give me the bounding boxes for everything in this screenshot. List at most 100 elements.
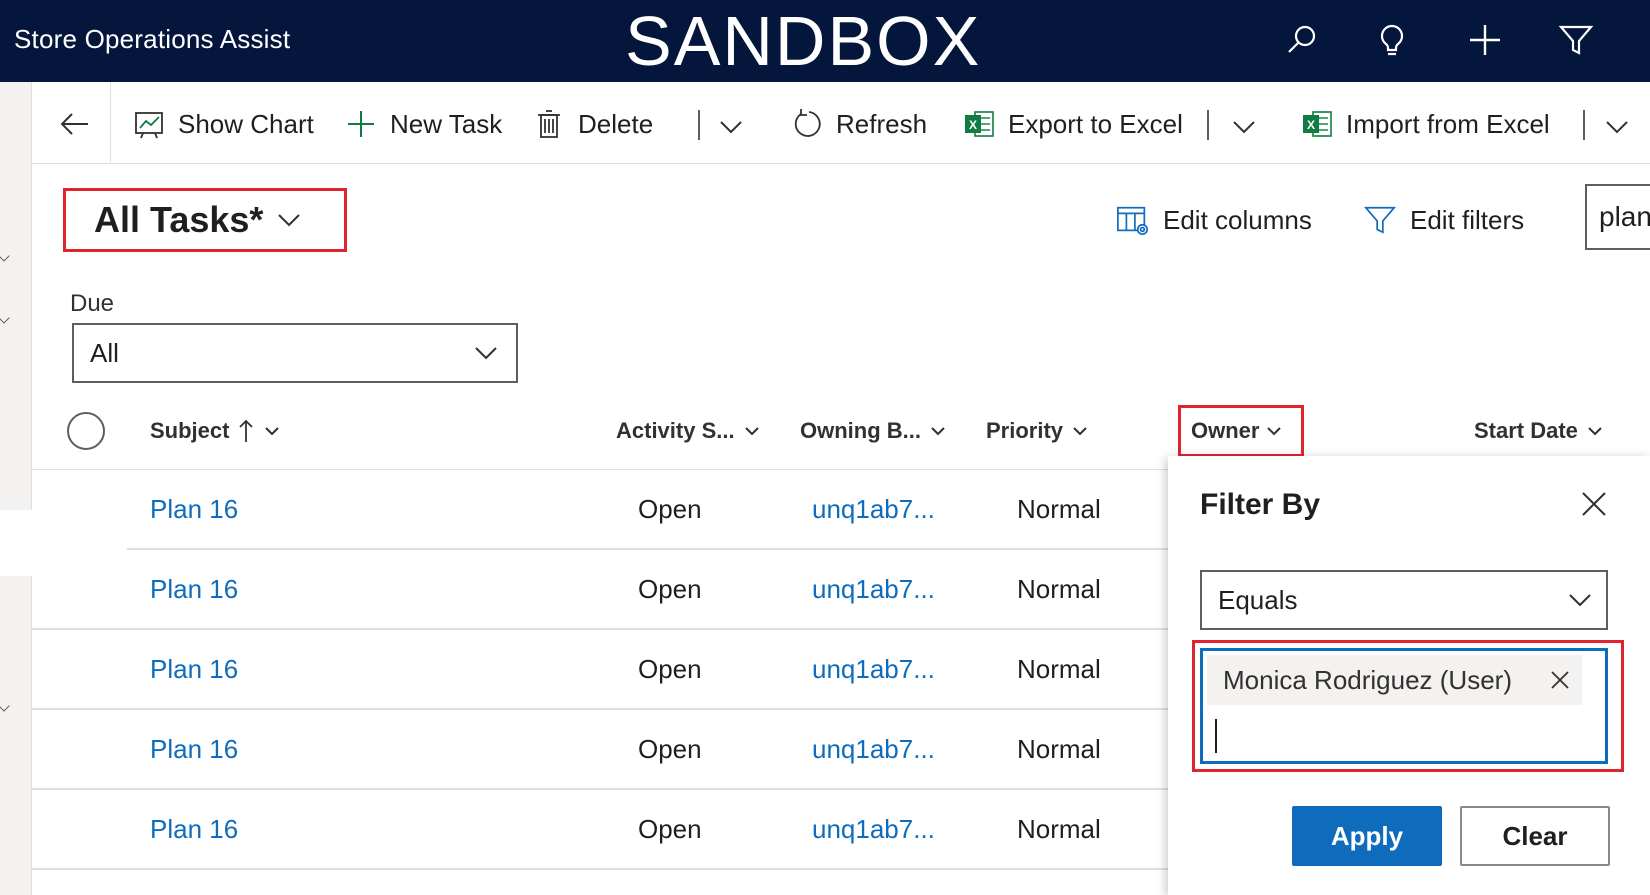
remove-tag-close-icon[interactable]	[1547, 667, 1573, 693]
table-row[interactable]: Plan 16 Open unq1ab7... Normal	[32, 470, 1172, 550]
priority-cell: Normal	[1017, 814, 1101, 844]
search-input[interactable]: plan	[1585, 184, 1650, 250]
selected-value-tag: Monica Rodriguez (User)	[1207, 655, 1582, 705]
filter-value-input[interactable]: Monica Rodriguez (User)	[1200, 648, 1608, 764]
column-header-label: Priority	[986, 418, 1064, 443]
priority-cell: Normal	[1017, 734, 1101, 764]
back-arrow-icon[interactable]	[52, 102, 96, 146]
close-icon[interactable]	[1576, 486, 1612, 522]
subject-link[interactable]: Plan 16	[150, 654, 238, 685]
search-icon[interactable]	[1282, 20, 1322, 60]
rail-chevron-icon[interactable]	[0, 250, 10, 262]
delete-more-chevron-down-icon[interactable]	[716, 112, 746, 142]
chevron-down-icon	[744, 423, 761, 439]
owning-business-unit-link[interactable]: unq1ab7...	[812, 734, 935, 765]
environment-label: SANDBOX	[625, 2, 982, 80]
export-more-chevron-down-icon[interactable]	[1229, 112, 1259, 142]
edit-filters-label: Edit filters	[1410, 204, 1525, 235]
owning-business-unit-link[interactable]: unq1ab7...	[812, 654, 935, 685]
svg-text:X: X	[1307, 118, 1315, 132]
owning-business-unit-link[interactable]: unq1ab7...	[812, 574, 935, 605]
chevron-down-icon	[1073, 423, 1089, 439]
excel-icon: X	[1300, 107, 1334, 141]
column-header-label: Activity S...	[616, 418, 735, 443]
refresh-icon	[790, 107, 824, 141]
subject-link[interactable]: Plan 16	[150, 494, 238, 525]
export-to-excel-button[interactable]: X Export to Excel	[962, 104, 1183, 144]
status-cell: Open	[638, 574, 702, 604]
chevron-down-icon	[931, 423, 947, 439]
chevron-down-icon	[1568, 586, 1592, 621]
command-bar: Show Chart New Task Delete Refresh X Exp…	[32, 82, 1650, 164]
column-header-start-date[interactable]: Start Date	[1474, 414, 1604, 448]
filter-panel-title: Filter By	[1200, 488, 1321, 521]
lightbulb-icon[interactable]	[1372, 20, 1412, 60]
split-divider	[698, 110, 700, 140]
column-header-owner[interactable]: Owner	[1178, 405, 1304, 457]
delete-button[interactable]: Delete	[532, 104, 653, 144]
refresh-label: Refresh	[836, 108, 928, 139]
column-header-label: Owning B...	[800, 418, 921, 443]
column-header-owning-business-unit[interactable]: Owning B...	[800, 414, 947, 448]
column-header-label: Owner	[1191, 418, 1260, 443]
edit-columns-icon	[1115, 202, 1151, 238]
svg-text:X: X	[969, 118, 977, 132]
filter-operator-select[interactable]: Equals	[1200, 570, 1608, 630]
split-divider	[1207, 110, 1209, 140]
selected-value-label: Monica Rodriguez (User)	[1223, 664, 1512, 695]
column-header-priority[interactable]: Priority	[986, 414, 1089, 448]
subject-link[interactable]: Plan 16	[150, 734, 238, 765]
left-navigation-rail	[0, 82, 32, 895]
table-row[interactable]: Plan 16 Open unq1ab7... Normal	[32, 550, 1172, 630]
grid-header: Subject Activity S... Owning B... Priori…	[32, 400, 1172, 470]
row-divider	[32, 868, 1172, 870]
rail-chevron-icon[interactable]	[0, 312, 10, 324]
sort-ascending-icon	[239, 419, 255, 442]
rail-selected-item[interactable]	[0, 510, 32, 576]
due-filter-select[interactable]: All	[72, 323, 518, 383]
filter-icon[interactable]	[1556, 20, 1596, 60]
filter-icon	[1362, 202, 1398, 238]
show-chart-label: Show Chart	[178, 108, 314, 139]
new-task-button[interactable]: New Task	[344, 104, 502, 144]
table-row[interactable]: Plan 16 Open unq1ab7... Normal	[32, 790, 1172, 870]
status-cell: Open	[638, 494, 702, 524]
subject-link[interactable]: Plan 16	[150, 814, 238, 845]
chevron-down-icon	[1267, 426, 1282, 436]
rail-chevron-icon[interactable]	[0, 700, 10, 712]
table-row[interactable]: Plan 16 Open unq1ab7... Normal	[32, 630, 1172, 710]
import-more-chevron-down-icon[interactable]	[1602, 112, 1632, 142]
owning-business-unit-link[interactable]: unq1ab7...	[812, 494, 935, 525]
column-header-subject[interactable]: Subject	[150, 414, 281, 448]
new-task-label: New Task	[390, 108, 503, 139]
status-cell: Open	[638, 814, 702, 844]
column-header-activity-status[interactable]: Activity S...	[616, 414, 761, 448]
owning-business-unit-link[interactable]: unq1ab7...	[812, 814, 935, 845]
status-cell: Open	[638, 654, 702, 684]
priority-cell: Normal	[1017, 574, 1101, 604]
chevron-down-icon	[265, 423, 281, 439]
show-chart-button[interactable]: Show Chart	[132, 104, 314, 144]
import-from-excel-label: Import from Excel	[1346, 108, 1550, 139]
delete-label: Delete	[578, 108, 654, 139]
app-title[interactable]: Store Operations Assist	[14, 24, 290, 55]
subject-link[interactable]: Plan 16	[150, 574, 238, 605]
refresh-button[interactable]: Refresh	[790, 104, 927, 144]
clear-button[interactable]: Clear	[1460, 806, 1610, 866]
edit-filters-button[interactable]: Edit filters	[1362, 200, 1524, 240]
plus-icon[interactable]	[1465, 20, 1505, 60]
table-row[interactable]: Plan 16 Open unq1ab7... Normal	[32, 710, 1172, 790]
priority-cell: Normal	[1017, 494, 1101, 524]
chevron-down-icon	[1588, 423, 1604, 439]
edit-columns-button[interactable]: Edit columns	[1115, 200, 1312, 240]
filter-operator-value: Equals	[1218, 584, 1298, 615]
import-from-excel-button[interactable]: X Import from Excel	[1300, 104, 1550, 144]
top-navigation-bar: Store Operations Assist SANDBOX	[0, 0, 1650, 82]
edit-columns-label: Edit columns	[1163, 204, 1312, 235]
split-divider	[1583, 110, 1585, 140]
status-cell: Open	[638, 734, 702, 764]
apply-button[interactable]: Apply	[1292, 806, 1442, 866]
view-selector[interactable]: All Tasks*	[63, 188, 347, 252]
select-all-checkbox[interactable]	[67, 412, 105, 450]
filter-by-panel: Filter By Equals Monica Rodriguez (User)…	[1168, 456, 1650, 895]
